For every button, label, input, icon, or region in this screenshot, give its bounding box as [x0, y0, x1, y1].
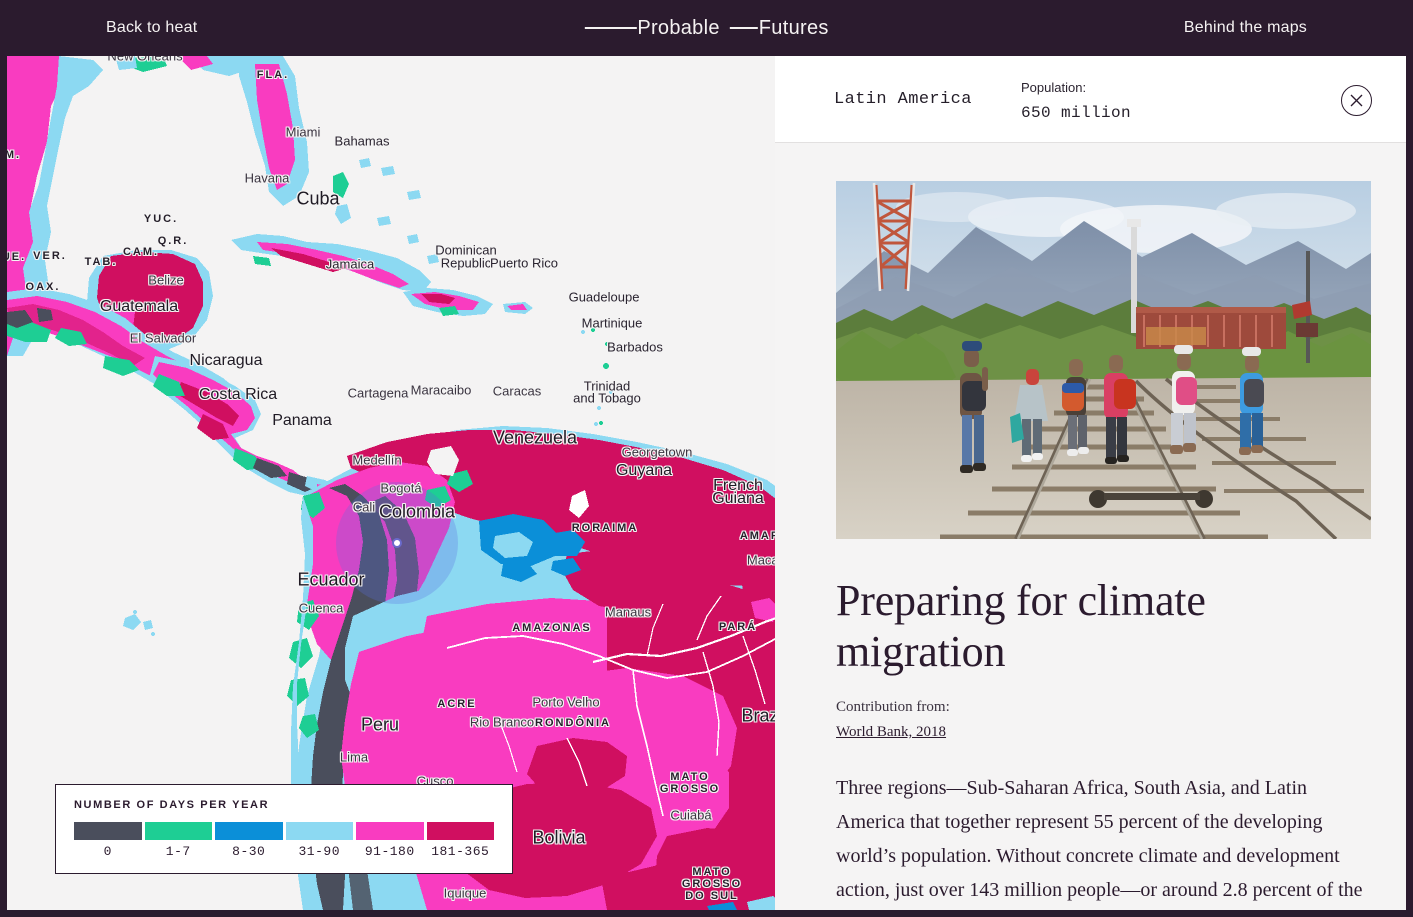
legend-color-scale: 0 1-7 8-30 31-90 91-180 181-365 — [74, 822, 494, 859]
legend-bin-label: 91-180 — [364, 844, 415, 859]
legend-bin[interactable]: 91-180 — [356, 822, 424, 859]
probable-futures-logo[interactable]: Probable Futures — [584, 17, 828, 40]
legend-swatch — [426, 822, 494, 840]
population-value: 650 million — [1021, 104, 1132, 122]
hero-illustration — [836, 181, 1371, 539]
top-navigation-bar: Back to heat Probable Futures Behind the… — [0, 0, 1413, 56]
legend-bin-label: 1-7 — [165, 844, 191, 859]
legend-bin-label: 31-90 — [298, 844, 340, 859]
close-x-glyph — [1350, 94, 1363, 107]
behind-the-maps-link[interactable]: Behind the maps — [1184, 19, 1307, 37]
legend-bin-label: 0 — [103, 844, 112, 859]
legend-title: NUMBER OF DAYS PER YEAR — [74, 799, 270, 811]
article-title: Preparing for climate migration — [836, 576, 1206, 677]
population-label: Population: — [1021, 80, 1087, 95]
legend-bin-label: 8-30 — [232, 844, 266, 859]
close-icon[interactable] — [1341, 85, 1372, 116]
map-legend: NUMBER OF DAYS PER YEAR 0 1-7 8-30 31-90 91-… — [55, 784, 513, 874]
application-root: Back to heat Probable Futures Behind the… — [0, 0, 1413, 917]
logo-dash-right — [729, 27, 758, 29]
logo-word-probable: Probable — [637, 16, 720, 39]
legend-bin[interactable]: 31-90 — [285, 822, 353, 859]
legend-bin[interactable]: 8-30 — [215, 822, 283, 859]
panel-body: Preparing for climate migration Contribu… — [775, 143, 1406, 910]
legend-swatch — [144, 822, 212, 840]
panel-header: Latin America Population: 650 million — [775, 56, 1406, 143]
legend-bin-label: 181-365 — [431, 844, 490, 859]
legend-swatch — [74, 822, 142, 840]
region-detail-panel: Latin America Population: 650 million Pr… — [775, 56, 1406, 910]
legend-swatch — [285, 822, 353, 840]
contribution-label: Contribution from: — [836, 699, 950, 716]
population-block: Population: 650 million — [1021, 80, 1131, 122]
legend-bin[interactable]: 181-365 — [426, 822, 494, 859]
bogota-location-marker[interactable] — [392, 538, 402, 548]
legend-bin[interactable]: 0 — [74, 822, 142, 859]
legend-bin[interactable]: 1-7 — [144, 822, 212, 859]
article-body-paragraph: Three regions—Sub-Saharan Africa, South … — [836, 777, 1363, 902]
back-to-heat-link[interactable]: Back to heat — [106, 19, 197, 37]
contribution-source-link[interactable]: World Bank, 2018 — [836, 724, 946, 741]
legend-swatch — [215, 822, 283, 840]
article-hero-image — [836, 181, 1371, 539]
region-name: Latin America — [834, 90, 972, 109]
logo-word-futures: Futures — [758, 16, 829, 39]
logo-dash-left — [584, 27, 637, 29]
legend-swatch — [356, 822, 424, 840]
